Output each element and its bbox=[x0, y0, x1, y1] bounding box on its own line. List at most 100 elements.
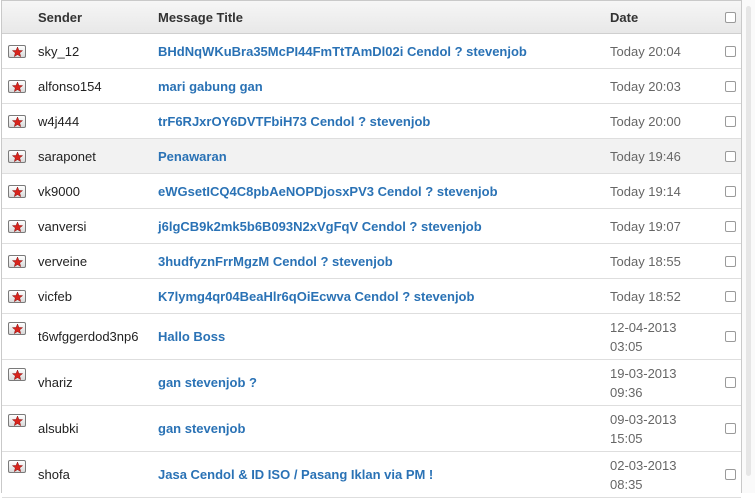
table-row[interactable]: shofa Jasa Cendol & ID ISO / Pasang Ikla… bbox=[2, 452, 741, 498]
message-date: Today 18:55 bbox=[606, 252, 720, 271]
date-line: 19-03-2013 bbox=[610, 365, 677, 381]
table-row[interactable]: vk9000 eWGsetICQ4C8pbAeNOPDjosxPV3 Cendo… bbox=[2, 174, 741, 209]
message-title-link[interactable]: mari gabung gan bbox=[158, 79, 606, 94]
header-select-all[interactable] bbox=[720, 11, 741, 23]
mail-star-icon bbox=[8, 368, 26, 381]
date-line: Today 19:14 bbox=[610, 183, 681, 199]
scrollbar-thumb[interactable] bbox=[746, 6, 751, 476]
select-checkbox[interactable] bbox=[725, 185, 736, 197]
select-checkbox[interactable] bbox=[725, 80, 736, 92]
sender-name[interactable]: w4j444 bbox=[32, 114, 158, 129]
table-row[interactable]: verveine 3hudfyznFrrMgzM Cendol ? steven… bbox=[2, 244, 741, 279]
select-all-checkbox[interactable] bbox=[725, 11, 736, 23]
icon-cell bbox=[2, 406, 32, 427]
mail-star-icon bbox=[8, 219, 26, 233]
message-date: 19-03-2013 09:36 bbox=[606, 364, 720, 402]
sender-name[interactable]: alfonso154 bbox=[32, 79, 158, 94]
icon-cell bbox=[2, 174, 32, 208]
icon-cell bbox=[2, 314, 32, 335]
select-checkbox[interactable] bbox=[725, 220, 736, 232]
select-cell[interactable] bbox=[720, 255, 741, 267]
sender-name[interactable]: vhariz bbox=[32, 375, 158, 390]
message-date: 02-03-2013 08:35 bbox=[606, 456, 720, 494]
sender-name[interactable]: saraponet bbox=[32, 149, 158, 164]
date-line: Today 18:55 bbox=[610, 253, 681, 269]
select-checkbox[interactable] bbox=[725, 150, 736, 162]
icon-cell bbox=[2, 139, 32, 173]
message-title-link[interactable]: K7lymg4qr04BeaHlr6qOiEcwva Cendol ? stev… bbox=[158, 289, 606, 304]
table-row[interactable]: vicfeb K7lymg4qr04BeaHlr6qOiEcwva Cendol… bbox=[2, 279, 741, 314]
mail-star-icon bbox=[8, 184, 26, 198]
message-title-link[interactable]: j6lgCB9k2mk5b6B093N2xVgFqV Cendol ? stev… bbox=[158, 219, 606, 234]
message-date: Today 18:52 bbox=[606, 287, 720, 306]
sender-name[interactable]: vanversi bbox=[32, 219, 158, 234]
message-title-link[interactable]: gan stevenjob bbox=[158, 421, 606, 436]
header-icon-cell bbox=[2, 1, 32, 33]
mail-star-icon bbox=[8, 114, 26, 128]
select-cell[interactable] bbox=[720, 185, 741, 197]
table-header: Sender Message Title Date bbox=[2, 1, 741, 34]
select-checkbox[interactable] bbox=[725, 469, 736, 480]
date-line: 02-03-2013 bbox=[610, 457, 677, 473]
table-row[interactable]: alfonso154 mari gabung gan Today 20:03 bbox=[2, 69, 741, 104]
message-title-link[interactable]: 3hudfyznFrrMgzM Cendol ? stevenjob bbox=[158, 254, 606, 269]
sender-name[interactable]: verveine bbox=[32, 254, 158, 269]
select-checkbox[interactable] bbox=[725, 377, 736, 388]
select-cell[interactable] bbox=[720, 290, 741, 302]
sender-name[interactable]: vk9000 bbox=[32, 184, 158, 199]
select-checkbox[interactable] bbox=[725, 290, 736, 302]
message-date: Today 19:14 bbox=[606, 182, 720, 201]
date-line: Today 20:04 bbox=[610, 43, 681, 59]
select-cell[interactable] bbox=[720, 115, 741, 127]
select-checkbox[interactable] bbox=[725, 115, 736, 127]
select-cell[interactable] bbox=[720, 331, 741, 342]
select-checkbox[interactable] bbox=[725, 331, 736, 342]
message-title-link[interactable]: BHdNqWKuBra35McPI44FmTtTAmDl02i Cendol ?… bbox=[158, 44, 606, 59]
select-checkbox[interactable] bbox=[725, 255, 736, 267]
select-cell[interactable] bbox=[720, 150, 741, 162]
select-cell[interactable] bbox=[720, 377, 741, 388]
header-title[interactable]: Message Title bbox=[158, 10, 606, 25]
header-sender[interactable]: Sender bbox=[32, 10, 158, 25]
table-row[interactable]: saraponet Penawaran Today 19:46 bbox=[2, 139, 741, 174]
message-title-link[interactable]: Hallo Boss bbox=[158, 329, 606, 344]
message-title-link[interactable]: Penawaran bbox=[158, 149, 606, 164]
select-checkbox[interactable] bbox=[725, 45, 736, 57]
message-date: 12-04-2013 03:05 bbox=[606, 318, 720, 356]
table-row[interactable]: w4j444 trF6RJxrOY6DVTFbiH73 Cendol ? ste… bbox=[2, 104, 741, 139]
date-line: Today 18:52 bbox=[610, 288, 681, 304]
table-row[interactable]: alsubki gan stevenjob 09-03-2013 15:05 bbox=[2, 406, 741, 452]
table-row[interactable]: vanversi j6lgCB9k2mk5b6B093N2xVgFqV Cend… bbox=[2, 209, 741, 244]
vertical-scrollbar[interactable] bbox=[742, 0, 755, 493]
icon-cell bbox=[2, 104, 32, 138]
message-date: Today 20:04 bbox=[606, 42, 720, 61]
time-line: 09:36 bbox=[610, 384, 643, 400]
select-cell[interactable] bbox=[720, 80, 741, 92]
date-line: Today 19:07 bbox=[610, 218, 681, 234]
select-cell[interactable] bbox=[720, 45, 741, 57]
icon-cell bbox=[2, 209, 32, 243]
message-title-link[interactable]: eWGsetICQ4C8pbAeNOPDjosxPV3 Cendol ? ste… bbox=[158, 184, 606, 199]
select-cell[interactable] bbox=[720, 469, 741, 480]
message-title-link[interactable]: gan stevenjob ? bbox=[158, 375, 606, 390]
select-checkbox[interactable] bbox=[725, 423, 736, 434]
icon-cell bbox=[2, 360, 32, 381]
message-title-link[interactable]: trF6RJxrOY6DVTFbiH73 Cendol ? stevenjob bbox=[158, 114, 606, 129]
sender-name[interactable]: t6wfggerdod3np6 bbox=[32, 329, 158, 344]
table-row[interactable]: vhariz gan stevenjob ? 19-03-2013 09:36 bbox=[2, 360, 741, 406]
sender-name[interactable]: sky_12 bbox=[32, 44, 158, 59]
mail-star-icon bbox=[8, 79, 26, 93]
table-row[interactable]: sky_12 BHdNqWKuBra35McPI44FmTtTAmDl02i C… bbox=[2, 34, 741, 69]
header-date[interactable]: Date bbox=[606, 8, 720, 27]
table-row[interactable]: t6wfggerdod3np6 Hallo Boss 12-04-2013 03… bbox=[2, 314, 741, 360]
select-cell[interactable] bbox=[720, 423, 741, 434]
date-line: Today 20:03 bbox=[610, 78, 681, 94]
mail-star-icon bbox=[8, 149, 26, 163]
select-cell[interactable] bbox=[720, 220, 741, 232]
sender-name[interactable]: vicfeb bbox=[32, 289, 158, 304]
sender-name[interactable]: alsubki bbox=[32, 421, 158, 436]
mail-star-icon bbox=[8, 414, 26, 427]
icon-cell bbox=[2, 244, 32, 278]
sender-name[interactable]: shofa bbox=[32, 467, 158, 482]
message-title-link[interactable]: Jasa Cendol & ID ISO / Pasang Iklan via … bbox=[158, 467, 606, 482]
